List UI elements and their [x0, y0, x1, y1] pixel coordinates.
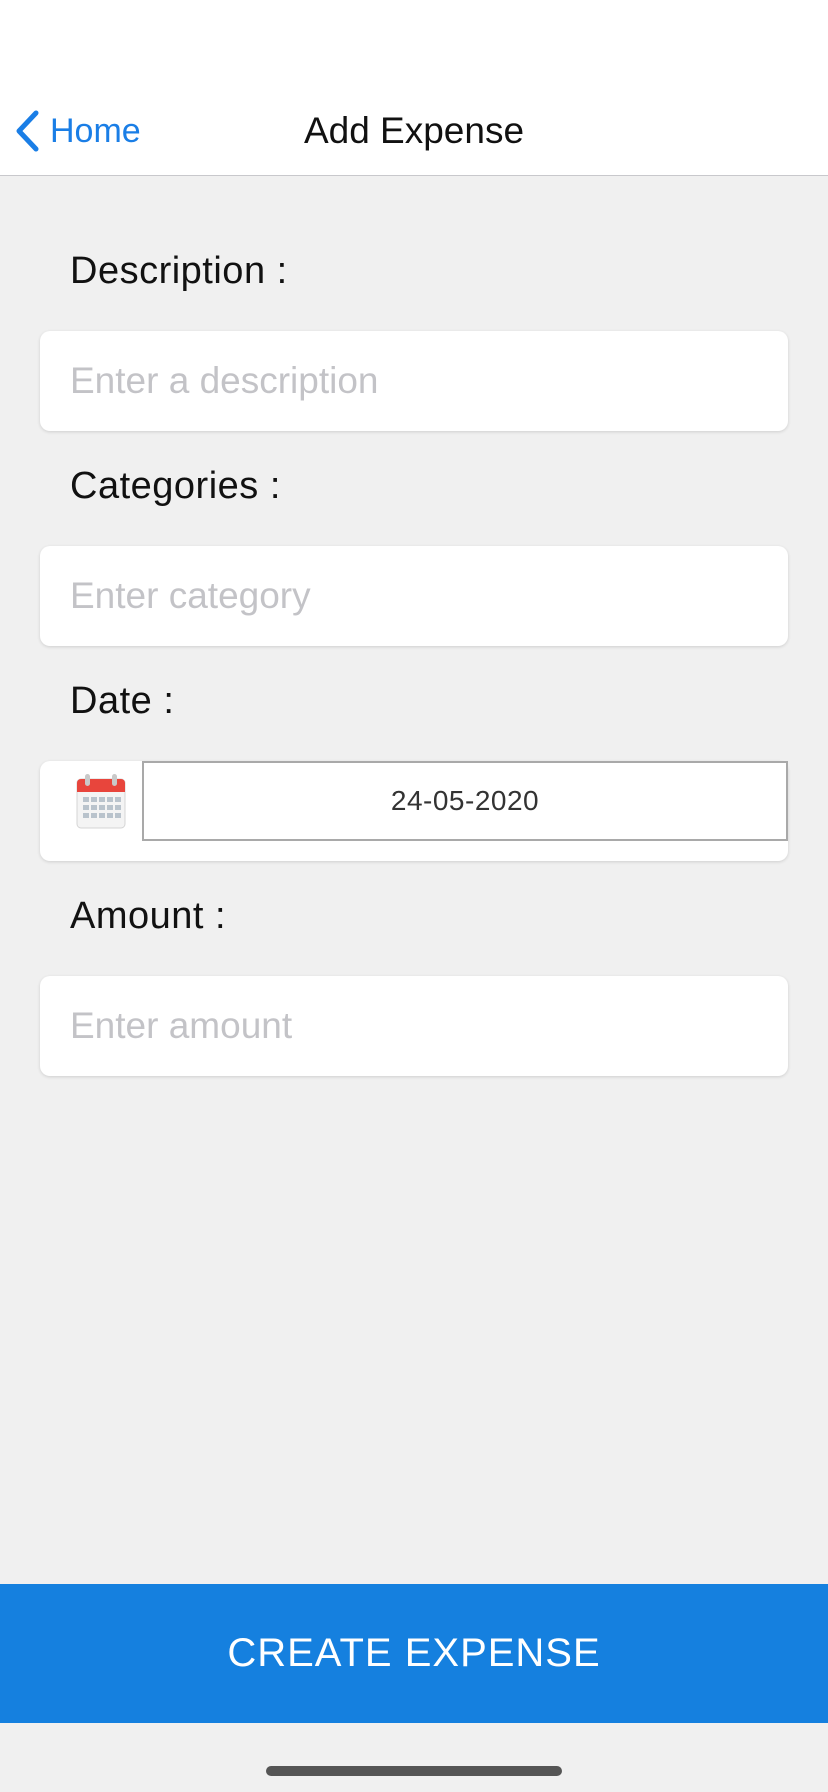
description-field-card: [40, 331, 788, 431]
page-title: Add Expense: [0, 110, 828, 152]
categories-label: Categories :: [70, 465, 281, 507]
page-title-text: Add Expense: [303, 110, 525, 151]
category-field-card: [40, 546, 788, 646]
create-expense-button[interactable]: CREATE EXPENSE: [0, 1584, 828, 1723]
description-input[interactable]: [40, 331, 788, 431]
home-indicator: [266, 1766, 562, 1776]
amount-input[interactable]: [40, 976, 788, 1076]
amount-label: Amount :: [70, 895, 227, 937]
calendar-icon[interactable]: [76, 773, 126, 829]
date-picker-input[interactable]: 24-05-2020: [142, 761, 788, 841]
create-expense-button-label: CREATE EXPENSE: [227, 1631, 601, 1675]
amount-field-card: [40, 976, 788, 1076]
navigation-bar: Home Add Expense: [0, 86, 828, 176]
category-input[interactable]: [40, 546, 788, 646]
status-bar: [0, 0, 828, 86]
description-label: Description :: [70, 250, 288, 292]
date-field-card: 24-05-2020: [40, 761, 788, 861]
date-label: Date :: [70, 680, 175, 722]
